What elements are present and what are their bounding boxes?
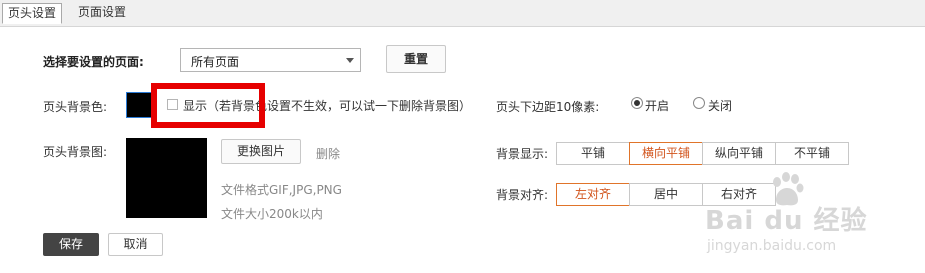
tab-bar: 页头设置 页面设置 xyxy=(0,0,925,27)
bg-display-tile-vertical[interactable]: 纵向平铺 xyxy=(702,142,776,165)
size-note: 文件大小200k以内 xyxy=(221,207,323,221)
delete-image-link[interactable]: 删除 xyxy=(316,145,340,162)
show-bg-color-checkbox[interactable] xyxy=(167,99,178,110)
cancel-button[interactable]: 取消 xyxy=(108,233,163,256)
format-note: 文件格式GIF,JPG,PNG xyxy=(221,183,342,197)
bg-align-left[interactable]: 左对齐 xyxy=(556,183,630,206)
bg-align-center[interactable]: 居中 xyxy=(629,183,703,206)
tab-page-settings[interactable]: 页面设置 xyxy=(73,3,131,24)
change-image-button[interactable]: 更换图片 xyxy=(221,139,301,164)
bg-align-label: 背景对齐: xyxy=(496,188,549,202)
margin-off-label: 关闭 xyxy=(708,99,733,113)
header-bg-color-label: 页头背景色: xyxy=(43,100,108,114)
bg-image-preview xyxy=(126,138,207,218)
header-bg-image-label: 页头背景图: xyxy=(43,145,108,159)
bg-display-tile-horizontal[interactable]: 横向平铺 xyxy=(629,142,703,165)
margin-off-radio[interactable] xyxy=(693,97,705,109)
tab-header-settings[interactable]: 页头设置 xyxy=(2,3,63,24)
header-margin-label: 页头下边距10像素: xyxy=(496,100,600,114)
show-bg-color-label: 显示（若背景色设置不生效，可以试一下删除背景图） xyxy=(183,99,472,113)
page-select[interactable]: 所有页面 xyxy=(180,48,361,72)
margin-on-radio[interactable] xyxy=(631,97,643,109)
color-swatch[interactable] xyxy=(126,92,153,118)
reset-button[interactable]: 重置 xyxy=(386,45,446,73)
margin-on-label: 开启 xyxy=(645,99,670,113)
chevron-down-icon xyxy=(346,58,354,63)
bg-display-no-tile[interactable]: 不平铺 xyxy=(775,142,849,165)
bg-display-label: 背景显示: xyxy=(496,147,549,161)
bg-display-tile[interactable]: 平铺 xyxy=(556,142,630,165)
page-select-value: 所有页面 xyxy=(191,55,240,69)
save-button[interactable]: 保存 xyxy=(43,233,99,256)
bg-align-right[interactable]: 右对齐 xyxy=(702,183,776,206)
page-select-label: 选择要设置的页面: xyxy=(43,55,144,69)
